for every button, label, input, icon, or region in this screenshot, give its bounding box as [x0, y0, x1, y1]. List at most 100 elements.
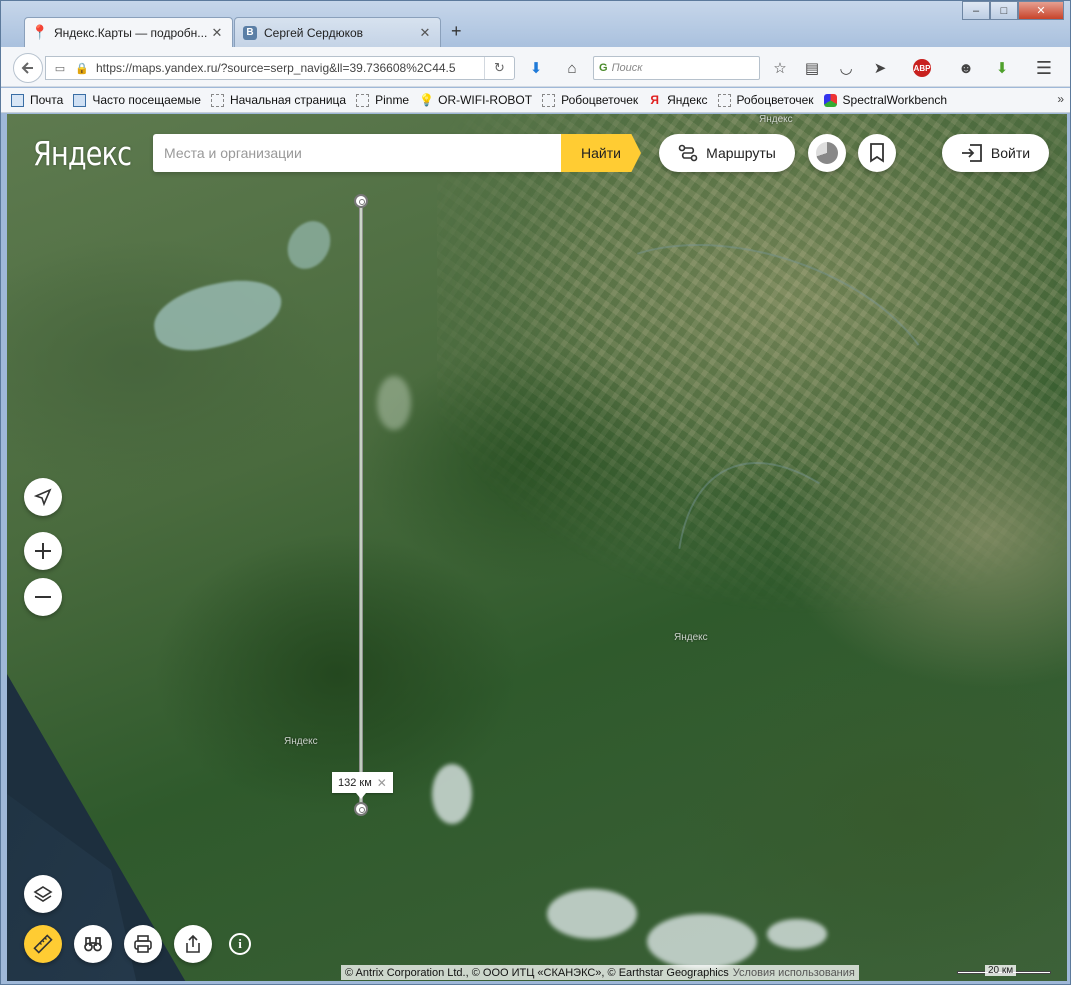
- bookmarks-button[interactable]: [858, 134, 896, 172]
- new-tab-button[interactable]: +: [451, 21, 462, 42]
- bookmark-label: Почта: [30, 93, 64, 107]
- bookmark-yandex[interactable]: Я Яндекс: [648, 93, 707, 107]
- cube-icon: [823, 93, 837, 107]
- lock-icon[interactable]: 🔒: [74, 60, 90, 76]
- menu-icon[interactable]: ☰: [1033, 57, 1055, 79]
- ruler-line[interactable]: [359, 201, 363, 810]
- folder-icon: [73, 93, 87, 107]
- info-icon[interactable]: i: [229, 933, 251, 955]
- url-text[interactable]: https://maps.yandex.ru/?source=serp_navi…: [96, 61, 476, 75]
- map-pin-icon: 📍: [31, 24, 49, 40]
- chat-icon[interactable]: ☻: [955, 57, 977, 79]
- bookmark-label: OR-WIFI-ROBOT: [438, 93, 533, 107]
- bookmark-robotsvetochek-2[interactable]: Робоцветочек: [717, 93, 814, 107]
- zoom-out-button[interactable]: [24, 578, 62, 616]
- navigation-arrow-icon: [34, 488, 52, 506]
- reading-list-icon[interactable]: ▤: [801, 57, 823, 79]
- tab-close-icon[interactable]: ✕: [418, 25, 432, 41]
- ruler-start-point[interactable]: [354, 194, 368, 208]
- back-button[interactable]: [13, 53, 43, 83]
- yandex-logo[interactable]: Яндекс: [33, 134, 132, 173]
- cloud: [377, 376, 411, 430]
- home-icon[interactable]: ⌂: [561, 57, 583, 79]
- star-icon[interactable]: ☆: [769, 57, 791, 79]
- ruler-delete-icon[interactable]: ✕: [377, 776, 387, 790]
- vk-icon: B: [243, 25, 257, 40]
- scale-label: 20 км: [985, 965, 1017, 976]
- share-button[interactable]: [174, 925, 212, 963]
- copyright-bar: © Antrix Corporation Ltd., © ООО ИТЦ «СК…: [341, 965, 859, 980]
- tab-title: Яндекс.Карты — подробн...: [54, 25, 208, 40]
- zoom-in-button[interactable]: [24, 532, 62, 570]
- bookmark-robotsvetochek[interactable]: Робоцветочек: [542, 93, 638, 107]
- search-box[interactable]: G Поиск: [593, 56, 760, 80]
- tab-close-icon[interactable]: ✕: [210, 25, 224, 41]
- ruler-icon: [33, 934, 53, 954]
- extension-download-icon[interactable]: ⬇: [991, 57, 1013, 79]
- bookmark-start-page[interactable]: Начальная страница: [210, 93, 346, 107]
- login-button[interactable]: Войти: [942, 134, 1049, 172]
- browser-window: 📍 Яндекс.Карты — подробн... ✕ B Сергей С…: [0, 0, 1071, 985]
- address-bar[interactable]: ▭ 🔒 https://maps.yandex.ru/?source=serp_…: [45, 56, 515, 80]
- yandex-icon: Я: [650, 92, 659, 107]
- page-icon: [542, 93, 556, 107]
- maximize-button[interactable]: □: [990, 1, 1018, 20]
- bookmark-mail[interactable]: Почта: [11, 93, 63, 107]
- bookmark-spectralworkbench[interactable]: SpectralWorkbench: [823, 93, 947, 107]
- tab-yandex-maps[interactable]: 📍 Яндекс.Карты — подробн... ✕: [24, 17, 233, 47]
- binoculars-icon: [84, 937, 102, 952]
- minimize-button[interactable]: –: [962, 1, 990, 20]
- bookmark-label: Робоцветочек: [736, 93, 814, 107]
- login-label: Войти: [990, 145, 1031, 161]
- bookmark-label: Яндекс: [667, 93, 708, 107]
- map-watermark: Яндекс: [759, 114, 793, 125]
- route-icon: [678, 143, 698, 163]
- nav-toolbar: ▭ 🔒 https://maps.yandex.ru/?source=serp_…: [1, 47, 1070, 87]
- satellite-map[interactable]: Яндекс Яндекс Яндекс 132 км ✕ Яндекс Мес…: [7, 114, 1067, 981]
- ruler-button[interactable]: [24, 925, 62, 963]
- plus-icon: [35, 543, 51, 559]
- layers-button[interactable]: [24, 875, 62, 913]
- bulb-icon: 💡: [419, 92, 435, 107]
- bookmark-pinme[interactable]: Pinme: [356, 93, 409, 107]
- routes-button[interactable]: Маршруты: [659, 134, 795, 172]
- snow-peak: [767, 919, 827, 949]
- tab-vk[interactable]: B Сергей Сердюков ✕: [234, 17, 441, 47]
- bookmark-icon: [870, 143, 884, 163]
- download-icon[interactable]: ⬇: [525, 57, 547, 79]
- window-controls: – □ ✕: [962, 1, 1064, 20]
- copyright-text: © Antrix Corporation Ltd., © ООО ИТЦ «СК…: [345, 966, 729, 979]
- reservoir: [147, 271, 289, 359]
- bookmark-or-wifi-robot[interactable]: 💡 OR-WIFI-ROBOT: [419, 93, 532, 107]
- bookmarks-bar: Почта Часто посещаемые Начальная страниц…: [1, 88, 1070, 113]
- back-arrow-icon: [21, 62, 33, 74]
- page-icon: [717, 93, 731, 107]
- bookmark-label: Часто посещаемые: [92, 93, 201, 107]
- bookmarks-overflow-button[interactable]: »: [1057, 92, 1064, 106]
- user-location-button[interactable]: [808, 134, 846, 172]
- layers-icon: [33, 886, 53, 902]
- bookmark-label: Робоцветочек: [561, 93, 639, 107]
- login-icon: [961, 143, 983, 163]
- panorama-button[interactable]: [74, 925, 112, 963]
- map-watermark: Яндекс: [674, 632, 708, 643]
- printer-icon: [134, 935, 152, 953]
- page-info-icon[interactable]: ▭: [52, 60, 68, 76]
- send-icon[interactable]: ➤: [869, 57, 891, 79]
- close-window-button[interactable]: ✕: [1018, 1, 1064, 20]
- reload-icon[interactable]: ↻: [484, 57, 514, 79]
- pocket-icon[interactable]: ◡: [835, 57, 857, 79]
- reservoir-small: [279, 213, 339, 277]
- snow-peak: [647, 914, 757, 969]
- terms-link[interactable]: Условия использования: [733, 967, 855, 979]
- find-button[interactable]: Найти: [561, 134, 641, 172]
- geolocation-button[interactable]: [24, 478, 62, 516]
- map-search-input[interactable]: Места и организации: [153, 134, 561, 172]
- print-button[interactable]: [124, 925, 162, 963]
- adblock-icon[interactable]: ABP: [907, 57, 937, 79]
- page-icon: [356, 93, 370, 107]
- ruler-distance-text: 132 км: [338, 776, 372, 789]
- title-bar: 📍 Яндекс.Карты — подробн... ✕ B Сергей С…: [1, 1, 1070, 47]
- bookmark-frequent[interactable]: Часто посещаемые: [73, 93, 201, 107]
- ruler-end-point[interactable]: [354, 802, 368, 816]
